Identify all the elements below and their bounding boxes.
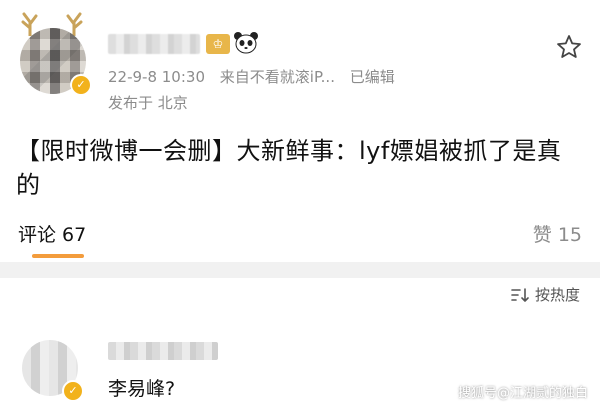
- tab-likes-count: 15: [557, 224, 582, 246]
- tab-likes-label: 赞: [532, 224, 552, 246]
- author-avatar-frame[interactable]: ✓: [14, 8, 92, 96]
- post-edited-label[interactable]: 已编辑: [350, 68, 395, 86]
- comment-text: 李易峰?: [108, 378, 176, 400]
- post-location: 发布于 北京: [108, 94, 188, 112]
- comments-section: 按热度 ✓ 李易峰? 搜狐号@江湖贰的独白: [0, 278, 600, 403]
- weibo-post: ✓ ♔ 22-9-8 10:30 来自不看就滚iP... 已编辑 发布于 北京 …: [0, 0, 600, 262]
- post-source[interactable]: 来自不看就滚iP...: [220, 68, 335, 86]
- verified-badge-icon: ✓: [62, 380, 84, 402]
- commenter-name-blurred[interactable]: [108, 342, 218, 360]
- sort-icon: [511, 287, 529, 302]
- active-tab-indicator: [32, 254, 84, 258]
- post-body-text: 【限时微博一会删】大新鲜事：lyf嫖娼被抓了是真的: [16, 137, 562, 199]
- post-meta: 22-9-8 10:30 来自不看就滚iP... 已编辑: [108, 66, 405, 87]
- tab-comments-count: 67: [62, 224, 87, 246]
- favorite-star-icon[interactable]: [556, 34, 582, 60]
- sort-by-hot-button[interactable]: 按热度: [511, 284, 580, 305]
- sort-label: 按热度: [534, 286, 580, 304]
- vip-badge-icon: ♔: [206, 34, 230, 54]
- tab-comments[interactable]: 评论 67: [18, 220, 86, 247]
- tab-likes[interactable]: 赞 15: [533, 220, 582, 247]
- post-timestamp: 22-9-8 10:30: [108, 68, 205, 86]
- section-divider: [0, 262, 600, 278]
- verified-badge-icon: ✓: [70, 74, 92, 96]
- panda-icon: [234, 32, 258, 54]
- tab-comments-label: 评论: [18, 224, 57, 246]
- author-name-blurred[interactable]: [108, 34, 200, 54]
- watermark: 搜狐号@江湖贰的独白: [457, 386, 588, 401]
